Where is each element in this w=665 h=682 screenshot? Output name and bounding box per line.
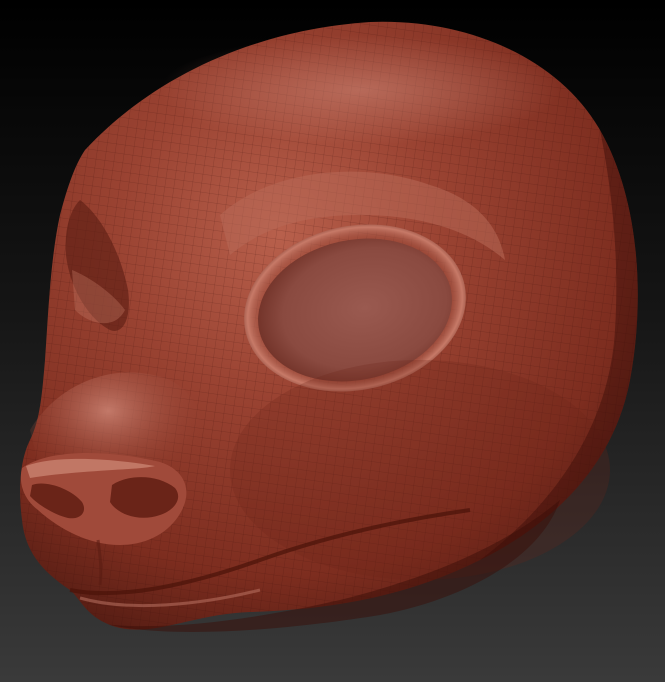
cheek-shading bbox=[230, 360, 610, 580]
sculpt-viewport[interactable] bbox=[0, 0, 665, 682]
crown-highlight bbox=[160, 35, 560, 145]
viewport-canvas bbox=[0, 0, 665, 682]
